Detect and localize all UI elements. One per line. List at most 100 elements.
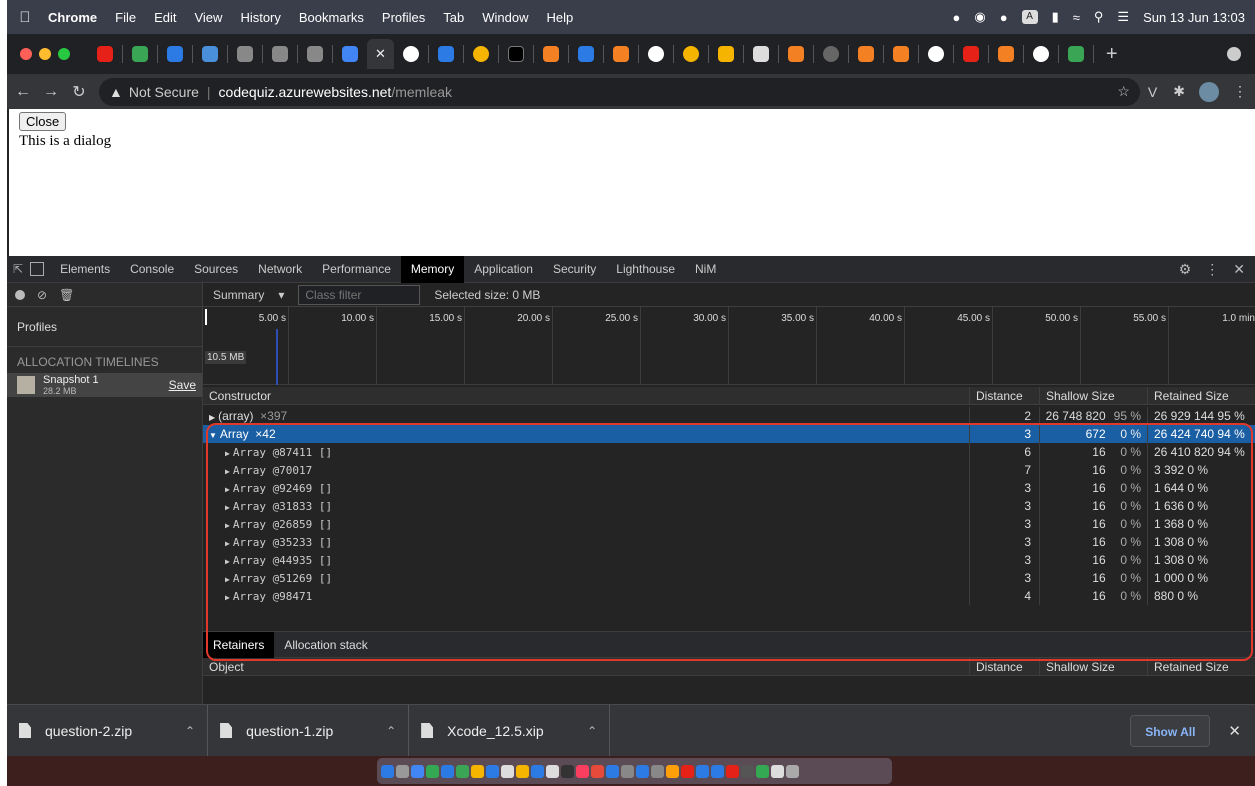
music-icon[interactable] <box>576 764 589 778</box>
url-path[interactable]: /memleak <box>391 84 452 100</box>
tab-console[interactable]: Console <box>120 256 184 283</box>
close-devtools-icon[interactable]: ✕ <box>1233 261 1245 278</box>
table-row[interactable]: ▶ Array @87411 [] 6 16 0 % 26 410 820 94 … <box>203 443 1255 461</box>
app-store-icon[interactable] <box>606 764 619 778</box>
close-window-button[interactable] <box>20 48 32 60</box>
dock-app-icon[interactable] <box>546 764 559 778</box>
record-icon[interactable] <box>15 289 25 300</box>
google-icon[interactable] <box>647 46 664 62</box>
apple-icon[interactable]:  <box>11 9 39 26</box>
new-tab-button[interactable]: + <box>1106 43 1118 66</box>
dock-app-icon[interactable] <box>711 764 724 778</box>
github-icon[interactable] <box>927 46 944 62</box>
table-row[interactable]: ▶ Array @26859 [] 3 16 0 % 1 368 0 % <box>203 515 1255 533</box>
chevron-up-icon[interactable]: ⌃ <box>185 724 195 738</box>
column-retained-size[interactable]: Retained Size <box>1147 387 1255 404</box>
tab-favicon[interactable] <box>132 46 148 62</box>
battery-icon[interactable]: ▮ <box>1052 9 1059 25</box>
table-row[interactable]: ▶ Array @31833 [] 3 16 0 % 1 636 0 % <box>203 497 1255 515</box>
menu-app-name[interactable]: Chrome <box>39 10 106 25</box>
xcode-icon[interactable] <box>636 764 649 778</box>
back-icon[interactable]: ← <box>11 83 35 101</box>
bookmark-star-icon[interactable]: ☆ <box>1117 83 1130 100</box>
class-filter-input[interactable] <box>298 284 421 305</box>
trash-icon[interactable]: 🗑 <box>59 288 74 302</box>
tab-allocation-stack[interactable]: Allocation stack <box>274 632 377 658</box>
more-options-icon[interactable]: ⋮ <box>1205 261 1219 278</box>
dock-app-icon[interactable] <box>741 764 754 778</box>
column-shallow-size[interactable]: Shallow Size <box>1039 658 1147 675</box>
warning-icon[interactable]: ▲ <box>109 84 123 100</box>
dock-app-icon[interactable] <box>516 764 529 778</box>
active-tab[interactable]: ✕ <box>367 39 394 69</box>
minimize-window-button[interactable] <box>39 48 51 60</box>
expand-arrow-icon[interactable]: ▶ <box>225 485 230 494</box>
menu-tab[interactable]: Tab <box>434 10 473 25</box>
dock-app-icon[interactable] <box>441 764 454 778</box>
tab-favicon[interactable] <box>437 46 454 62</box>
table-row[interactable]: ▶ Array @51269 [] 3 16 0 % 1 000 0 % <box>203 569 1255 587</box>
tab-favicon[interactable] <box>752 46 769 62</box>
download-item[interactable]: question-1.zip ⌃ <box>208 704 410 757</box>
tab-favicon[interactable] <box>682 46 699 62</box>
tab-favicon[interactable] <box>472 46 489 62</box>
tab-favicon[interactable] <box>97 46 113 62</box>
device-toolbar-icon[interactable] <box>30 262 45 276</box>
search-icon[interactable]: ⚲ <box>1094 9 1104 25</box>
dock-app-icon[interactable] <box>621 764 634 778</box>
finder-icon[interactable] <box>381 764 394 778</box>
reload-icon[interactable]: ↻ <box>67 82 91 102</box>
inspect-element-icon[interactable]: ⇱ <box>13 262 23 276</box>
github-icon[interactable] <box>1032 46 1049 62</box>
line-icon[interactable]: ● <box>1000 10 1008 25</box>
chevron-up-icon[interactable]: ⌃ <box>386 724 396 738</box>
stackoverflow-icon[interactable] <box>787 46 804 62</box>
menu-edit[interactable]: Edit <box>145 10 185 25</box>
table-row[interactable]: ▶ Array @92469 [] 3 16 0 % 1 644 0 % <box>203 479 1255 497</box>
column-distance[interactable]: Distance <box>969 658 1039 675</box>
trash-icon[interactable] <box>786 764 799 778</box>
control-center-icon[interactable]: ☰ <box>1117 9 1129 25</box>
table-row[interactable]: ▶ (array) ×397 2 26 748 820 95 % 26 929 1… <box>203 407 1255 425</box>
download-filename[interactable]: Xcode_12.5.xip <box>447 723 567 739</box>
menu-history[interactable]: History <box>231 10 289 25</box>
menu-window[interactable]: Window <box>473 10 537 25</box>
tab-elements[interactable]: Elements <box>50 256 120 283</box>
tab-retainers[interactable]: Retainers <box>203 631 275 658</box>
tab-security[interactable]: Security <box>543 256 606 283</box>
tab-favicon[interactable] <box>307 46 323 62</box>
menu-bookmarks[interactable]: Bookmarks <box>290 10 373 25</box>
column-retained-size[interactable]: Retained Size <box>1147 658 1255 675</box>
download-filename[interactable]: question-2.zip <box>45 723 165 739</box>
expand-arrow-icon[interactable]: ▶ <box>225 593 230 602</box>
status-app-icon[interactable]: ◉ <box>974 9 985 25</box>
dock-app-icon[interactable] <box>561 764 574 778</box>
forward-icon[interactable]: → <box>39 83 63 101</box>
tab-favicon[interactable] <box>1067 46 1084 62</box>
menubar-clock[interactable]: Sun 13 Jun 13:03 <box>1143 10 1245 25</box>
column-distance[interactable]: Distance <box>969 387 1039 404</box>
calendar-icon[interactable] <box>501 764 514 778</box>
dock-app-icon[interactable] <box>696 764 709 778</box>
expand-arrow-icon[interactable]: ▶ <box>209 413 215 422</box>
profile-avatar[interactable] <box>1199 81 1219 102</box>
tab-sources[interactable]: Sources <box>184 256 248 283</box>
tab-favicon[interactable] <box>822 46 839 62</box>
dock-app-icon[interactable] <box>531 764 544 778</box>
chevron-up-icon[interactable]: ⌃ <box>587 724 597 738</box>
tab-performance[interactable]: Performance <box>312 256 401 283</box>
tab-favicon[interactable] <box>237 46 253 62</box>
download-item[interactable]: Xcode_12.5.xip ⌃ <box>409 704 611 757</box>
filezilla-icon[interactable] <box>681 764 694 778</box>
tab-favicon[interactable] <box>577 46 594 62</box>
dock-app-icon[interactable] <box>756 764 769 778</box>
tab-favicon[interactable] <box>962 46 979 62</box>
tab-lighthouse[interactable]: Lighthouse <box>606 256 685 283</box>
stackoverflow-icon[interactable] <box>612 46 629 62</box>
download-item[interactable]: question-2.zip ⌃ <box>7 704 209 757</box>
column-object[interactable]: Object <box>203 660 969 674</box>
tab-favicon[interactable] <box>167 46 183 62</box>
dock-app-icon[interactable] <box>396 764 409 778</box>
stackoverflow-icon[interactable] <box>542 46 559 62</box>
tab-favicon[interactable] <box>507 46 524 62</box>
